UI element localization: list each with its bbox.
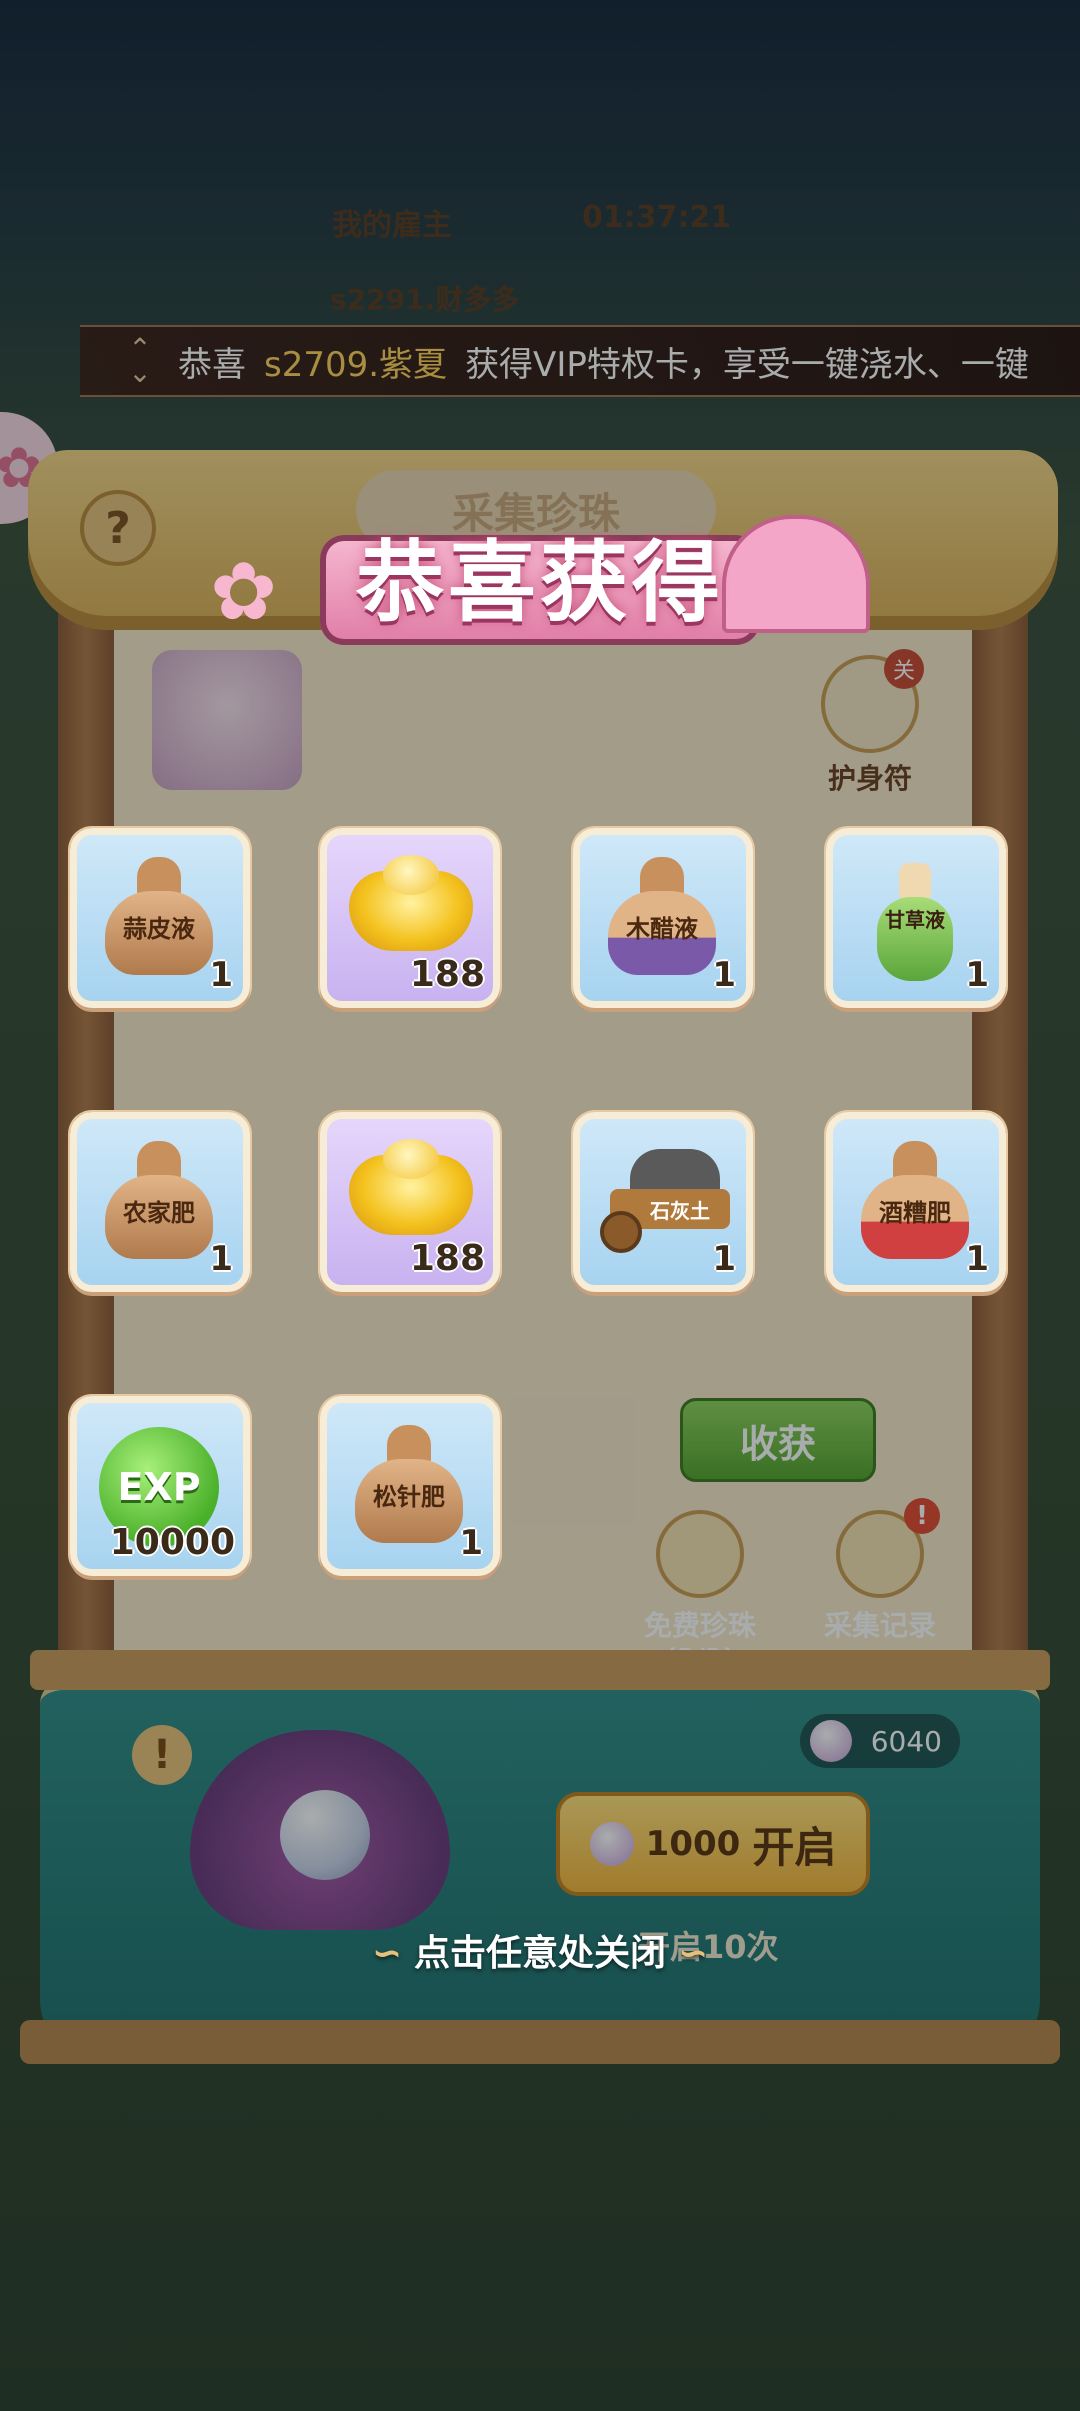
reward-name: 石灰土 xyxy=(650,1199,710,1223)
reward-qty: 1 xyxy=(965,1239,989,1279)
reward-name: 木醋液 xyxy=(626,915,698,943)
reward-name: 松针肥 xyxy=(373,1483,445,1511)
reward-qty: 1 xyxy=(712,1239,736,1279)
reward-item[interactable]: 农家肥 1 xyxy=(70,1112,250,1292)
reward-item[interactable]: 蒜皮液 1 xyxy=(70,828,250,1008)
reward-item[interactable]: 松针肥 1 xyxy=(320,1396,500,1576)
sack-icon: 农家肥 xyxy=(99,1141,217,1259)
reward-qty: 188 xyxy=(409,1238,485,1279)
jar-icon: 甘草液 xyxy=(855,857,973,981)
sack-icon: 酒糟肥 xyxy=(855,1141,973,1259)
reward-item[interactable]: 188 xyxy=(320,1112,500,1292)
reward-qty: 1 xyxy=(209,1239,233,1279)
reward-banner: ✿ 恭喜获得 xyxy=(210,505,870,645)
reward-title: 恭喜获得 xyxy=(355,530,724,634)
gold-ingot-icon xyxy=(349,1139,473,1235)
wheelbarrow-icon: 石灰土 xyxy=(600,1149,732,1253)
reward-qty: 1 xyxy=(459,1523,483,1563)
reward-qty: 1 xyxy=(965,955,989,995)
reward-qty: 10000 xyxy=(109,1522,235,1563)
reward-item[interactable]: 木醋液 1 xyxy=(573,828,753,1008)
reward-qty: 188 xyxy=(409,954,485,995)
reward-qty: 1 xyxy=(712,955,736,995)
reward-item[interactable]: 石灰土 1 xyxy=(573,1112,753,1292)
sack-icon: 松针肥 xyxy=(349,1425,467,1543)
sakura-flower-icon: ✿ xyxy=(210,545,278,638)
reward-item[interactable]: 甘草液 1 xyxy=(826,828,1006,1008)
reward-item[interactable]: 酒糟肥 1 xyxy=(826,1112,1006,1292)
sack-icon: 蒜皮液 xyxy=(99,857,217,975)
folding-fan-icon xyxy=(722,515,870,633)
reward-name: 农家肥 xyxy=(123,1199,195,1227)
ornament-right-icon: ∽ xyxy=(678,1933,709,1974)
close-hint-text: 点击任意处关闭 xyxy=(413,1933,666,1974)
reward-name: 甘草液 xyxy=(885,908,945,932)
ornament-left-icon: ∽ xyxy=(371,1933,402,1974)
gold-ingot-icon xyxy=(349,855,473,951)
sack-icon: 木醋液 xyxy=(602,857,720,975)
close-hint[interactable]: ∽ 点击任意处关闭 ∽ xyxy=(0,1924,1080,1976)
reward-name: 蒜皮液 xyxy=(123,915,195,943)
reward-item[interactable]: EXP 10000 xyxy=(70,1396,250,1576)
reward-qty: 1 xyxy=(209,955,233,995)
reward-name: 酒糟肥 xyxy=(879,1199,951,1227)
reward-item[interactable]: 188 xyxy=(320,828,500,1008)
